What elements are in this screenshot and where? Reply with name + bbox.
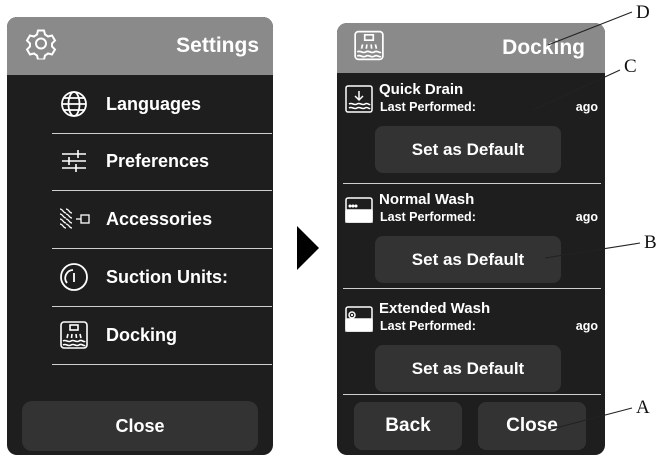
last-performed-label: Last Performed: xyxy=(380,210,476,224)
wash-title: Quick Drain xyxy=(379,81,464,98)
menu-item-label: Suction Units: xyxy=(106,266,228,287)
divider xyxy=(343,394,601,395)
menu-item-preferences[interactable]: Preferences xyxy=(52,132,272,191)
menu-item-label: Accessories xyxy=(106,208,213,229)
menu-item-label: Preferences xyxy=(106,150,210,171)
divider xyxy=(343,183,601,184)
settings-header: Settings xyxy=(7,17,273,75)
back-button[interactable]: Back xyxy=(354,402,462,450)
menu-item-label: Docking xyxy=(106,324,178,345)
settings-title: Settings xyxy=(176,34,259,57)
extended-wash-icon xyxy=(345,306,373,337)
wash-title: Extended Wash xyxy=(379,300,491,317)
last-performed-value: ago xyxy=(575,100,598,114)
docking-screen: Docking Quick Drain Last Performed: ago … xyxy=(337,23,605,455)
callout-label-a: A xyxy=(636,397,650,418)
callout-label-b: B xyxy=(644,232,657,253)
accessories-icon xyxy=(52,206,96,232)
docking-header: Docking xyxy=(337,23,605,73)
settings-screen: Settings Languages Preferences Accessori… xyxy=(7,17,273,455)
docking-icon xyxy=(52,320,96,350)
set-default-button[interactable]: Set as Default xyxy=(375,236,561,283)
menu-item-accessories[interactable]: Accessories xyxy=(52,190,272,249)
gear-icon[interactable] xyxy=(25,28,57,65)
close-button[interactable]: Close xyxy=(22,401,258,451)
last-performed-label: Last Performed: xyxy=(380,319,476,333)
quick-drain-icon xyxy=(345,85,373,118)
gauge-icon xyxy=(52,261,96,293)
set-default-button[interactable]: Set as Default xyxy=(375,126,561,173)
menu-item-docking[interactable]: Docking xyxy=(52,306,272,365)
wash-title: Normal Wash xyxy=(379,191,475,208)
wash-option-quick-drain: Quick Drain Last Performed: ago Set as D… xyxy=(337,81,605,191)
docking-title: Docking xyxy=(502,36,585,59)
last-performed-value: ago xyxy=(575,319,598,333)
docking-icon xyxy=(353,30,385,67)
callout-label-d: D xyxy=(636,2,650,23)
set-default-button[interactable]: Set as Default xyxy=(375,345,561,392)
sliders-icon xyxy=(52,148,96,174)
divider xyxy=(343,288,601,289)
menu-item-suction-units[interactable]: Suction Units: xyxy=(52,248,272,307)
menu-item-languages[interactable]: Languages xyxy=(52,75,272,134)
normal-wash-icon xyxy=(345,197,373,228)
menu-item-label: Languages xyxy=(106,93,202,114)
last-performed-value: ago xyxy=(575,210,598,224)
wash-option-normal-wash: Normal Wash Last Performed: ago Set as D… xyxy=(337,191,605,301)
globe-icon xyxy=(52,89,96,119)
callout-label-c: C xyxy=(624,56,637,77)
last-performed-label: Last Performed: xyxy=(380,100,476,114)
transition-arrow xyxy=(297,226,319,270)
close-button[interactable]: Close xyxy=(478,402,586,450)
